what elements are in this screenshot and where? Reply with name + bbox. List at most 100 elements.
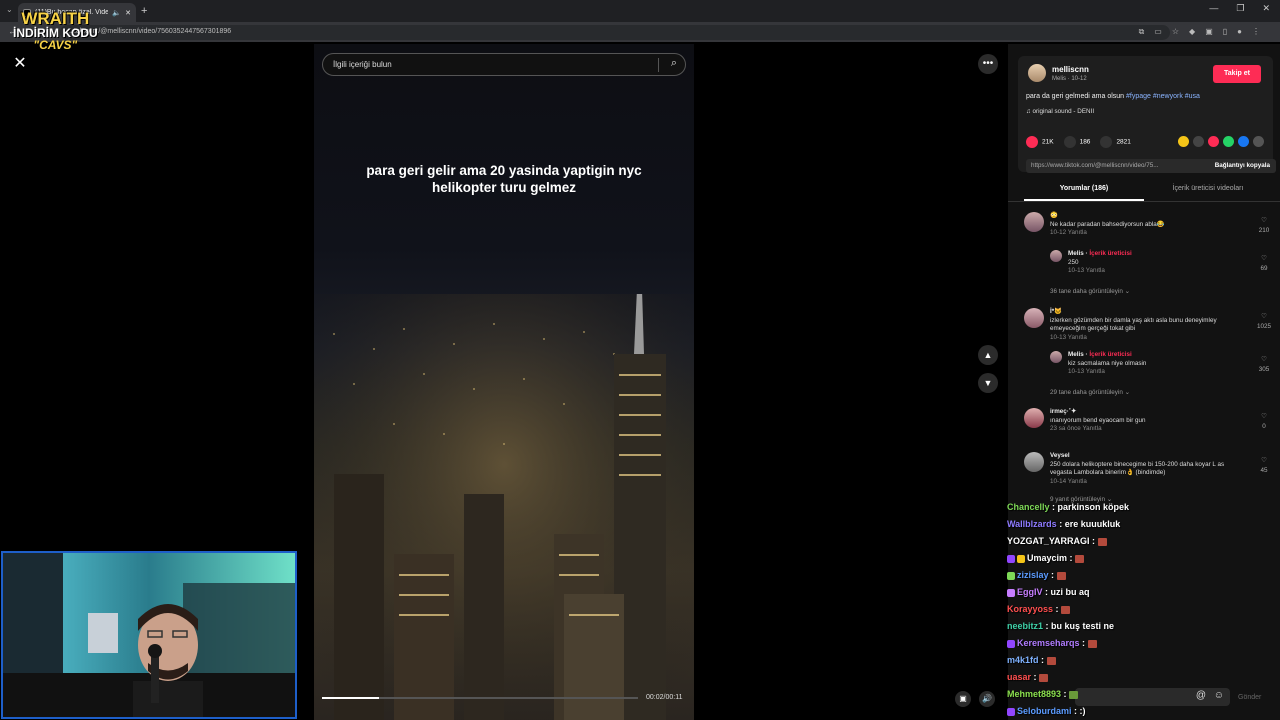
commenter-avatar[interactable] [1024, 452, 1044, 472]
minimize-icon[interactable]: — [1209, 3, 1218, 14]
reply-item: Melis · İçerik üreticisi 250 10-13 Yanıt… [1024, 250, 1274, 282]
close-tab-icon[interactable]: ✕ [125, 9, 131, 17]
progress-fill [322, 697, 379, 699]
comment-stat[interactable]: 186 [1063, 136, 1091, 148]
comment-author[interactable]: irmeç·˚✦ [1050, 408, 1240, 417]
author-avatar[interactable] [1028, 64, 1046, 82]
reply-author[interactable]: Melis · [1068, 250, 1089, 257]
video-progress-bar[interactable] [322, 697, 638, 699]
sub-badge-icon [1007, 554, 1015, 563]
comment-meta[interactable]: 23 sa önce Yanıtla [1050, 425, 1240, 434]
comment-item: 😳 Ne kadar paradan bahsediyorsun abla😂 1… [1024, 212, 1274, 244]
puzzle-icon[interactable]: ▣ [1205, 27, 1213, 37]
reply-author[interactable]: Melis · [1068, 351, 1089, 358]
comment-like-count: 45 [1260, 467, 1268, 474]
sound-link[interactable]: ♫ original sound - DENII [1026, 108, 1094, 115]
send-comment-button[interactable]: Gönder [1238, 694, 1261, 701]
cast-icon[interactable]: ▭ [1154, 27, 1162, 37]
sidebar-icon[interactable]: ▯ [1223, 27, 1227, 37]
facebook-icon[interactable] [1238, 136, 1249, 147]
heart-outline-icon: ♡ [1261, 356, 1267, 363]
hashtags[interactable]: #fypage #newyork #usa [1126, 93, 1200, 100]
close-window-icon[interactable]: ✕ [1262, 3, 1270, 14]
emote-icon [1075, 554, 1085, 563]
creator-avatar[interactable] [1050, 250, 1062, 262]
creator-avatar[interactable] [1050, 351, 1062, 363]
tab-list-icon[interactable]: ⌄ [6, 5, 13, 14]
star-icon[interactable]: ☆ [1172, 27, 1179, 37]
chat-text: :) [1079, 706, 1086, 716]
picture-in-picture-icon[interactable]: ▣ [955, 691, 971, 707]
search-icon[interactable]: ⌕ [671, 57, 677, 70]
close-video-button[interactable]: ✕ [10, 54, 30, 74]
sub-badge-icon [1007, 639, 1015, 648]
url-field[interactable]: ...tok.com/@melliscnn/video/756035244756… [60, 25, 1170, 40]
commenter-avatar[interactable] [1024, 308, 1044, 328]
emoji-icon[interactable]: ☺ [1214, 690, 1224, 701]
commenter-avatar[interactable] [1024, 212, 1044, 232]
comment-like[interactable]: ♡ 210 [1254, 216, 1274, 236]
reply-like[interactable]: ♡ 69 [1254, 254, 1274, 274]
commenter-avatar[interactable] [1024, 408, 1044, 428]
view-more-replies[interactable]: 29 tane daha görüntüleyin ⌄ [1050, 389, 1130, 396]
author-username[interactable]: melliscnn [1052, 65, 1089, 74]
reply-meta[interactable]: 10-13 Yanıtla [1068, 267, 1258, 276]
save-count: 2821 [1116, 138, 1131, 146]
comment-author[interactable]: 😳 [1050, 212, 1240, 221]
comment-like[interactable]: ♡ 1025 [1254, 312, 1274, 332]
copy-link-button[interactable]: Bağlantıyı kopyala [1215, 162, 1270, 169]
new-tab-icon[interactable]: + [141, 5, 147, 17]
comment-like[interactable]: ♡ 0 [1254, 412, 1274, 432]
video-link-url[interactable]: https://www.tiktok.com/@melliscnn/video/… [1031, 162, 1158, 169]
previous-video-button[interactable]: ▲ [978, 345, 998, 365]
send-icon[interactable] [1208, 136, 1219, 147]
translate-icon[interactable]: ⧉ [1139, 27, 1145, 37]
details-panel: melliscnn Melis · 10-12 Takip et para da… [1008, 44, 1280, 720]
sponsor-name: WRAITH [21, 9, 90, 28]
chat-username: Chancelly [1007, 502, 1050, 512]
comment-input[interactable]: @ ☺ [1075, 688, 1230, 706]
chat-text: bu kuş testi ne [1051, 621, 1115, 631]
menu-icon[interactable]: ⋮ [1252, 27, 1260, 37]
reply-meta[interactable]: 10-13 Yanıtla [1068, 368, 1258, 377]
comment-meta[interactable]: 10-12 Yanıtla [1050, 229, 1240, 238]
share-arrow-icon[interactable] [1253, 136, 1264, 147]
comment-like[interactable]: ♡ 45 [1254, 456, 1274, 476]
comment-author[interactable]: İ*🐱 [1050, 308, 1240, 317]
coin-icon[interactable] [1178, 136, 1189, 147]
comment-count: 186 [1079, 138, 1091, 146]
profile-icon[interactable]: ● [1237, 27, 1242, 37]
like-stat[interactable]: 21K [1026, 136, 1054, 148]
reply-text: 250 [1068, 258, 1079, 266]
chat-username: m4k1fd [1007, 655, 1039, 665]
next-video-button[interactable]: ▼ [978, 373, 998, 393]
chat-username: uasar [1007, 672, 1032, 682]
emote-icon [1069, 690, 1079, 699]
reply-item: Melis · İçerik üreticisi kiz sacmalama n… [1024, 351, 1274, 383]
save-stat[interactable]: 2821 [1100, 136, 1131, 148]
chat-username: Keremseharqs [1017, 638, 1080, 648]
follow-button[interactable]: Takip et [1213, 65, 1261, 83]
video-player[interactable]: para geri gelir ama 20 yasinda yaptigin … [314, 44, 694, 720]
caption-line-1: para geri gelir ama 20 yasinda yaptigin … [366, 163, 642, 178]
comment-meta[interactable]: 10-14 Yanıtla [1050, 478, 1240, 487]
reply-like-count: 305 [1258, 366, 1270, 373]
embed-icon[interactable] [1193, 136, 1204, 147]
comment-text: izlerken gözümden bir damla yaş aktı asl… [1050, 316, 1217, 333]
mention-icon[interactable]: @ [1196, 690, 1206, 701]
volume-icon[interactable]: 🔊 [979, 691, 995, 707]
chat-message: uasar : [1007, 672, 1049, 682]
tab-creator-videos[interactable]: İçerik üreticisi videoları [1148, 185, 1268, 192]
more-options-button[interactable]: ••• [978, 54, 998, 74]
chat-username: Umaycim [1027, 553, 1068, 563]
search-input[interactable]: İlgili içeriği bulun ⌕ [322, 53, 686, 76]
reply-like[interactable]: ♡ 305 [1254, 355, 1274, 375]
tab-comments[interactable]: Yorumlar (186) [1024, 185, 1144, 192]
view-more-replies[interactable]: 36 tane daha görüntüleyin ⌄ [1050, 288, 1130, 295]
whatsapp-icon[interactable] [1223, 136, 1234, 147]
comment-author[interactable]: Veysel [1050, 452, 1240, 461]
chat-message: Wallblzards : ere kuuukluk [1007, 519, 1121, 529]
comment-meta[interactable]: 10-13 Yanıtla [1050, 334, 1240, 343]
extension-icon[interactable]: ◆ [1189, 27, 1195, 37]
maximize-icon[interactable]: ❐ [1236, 3, 1244, 14]
